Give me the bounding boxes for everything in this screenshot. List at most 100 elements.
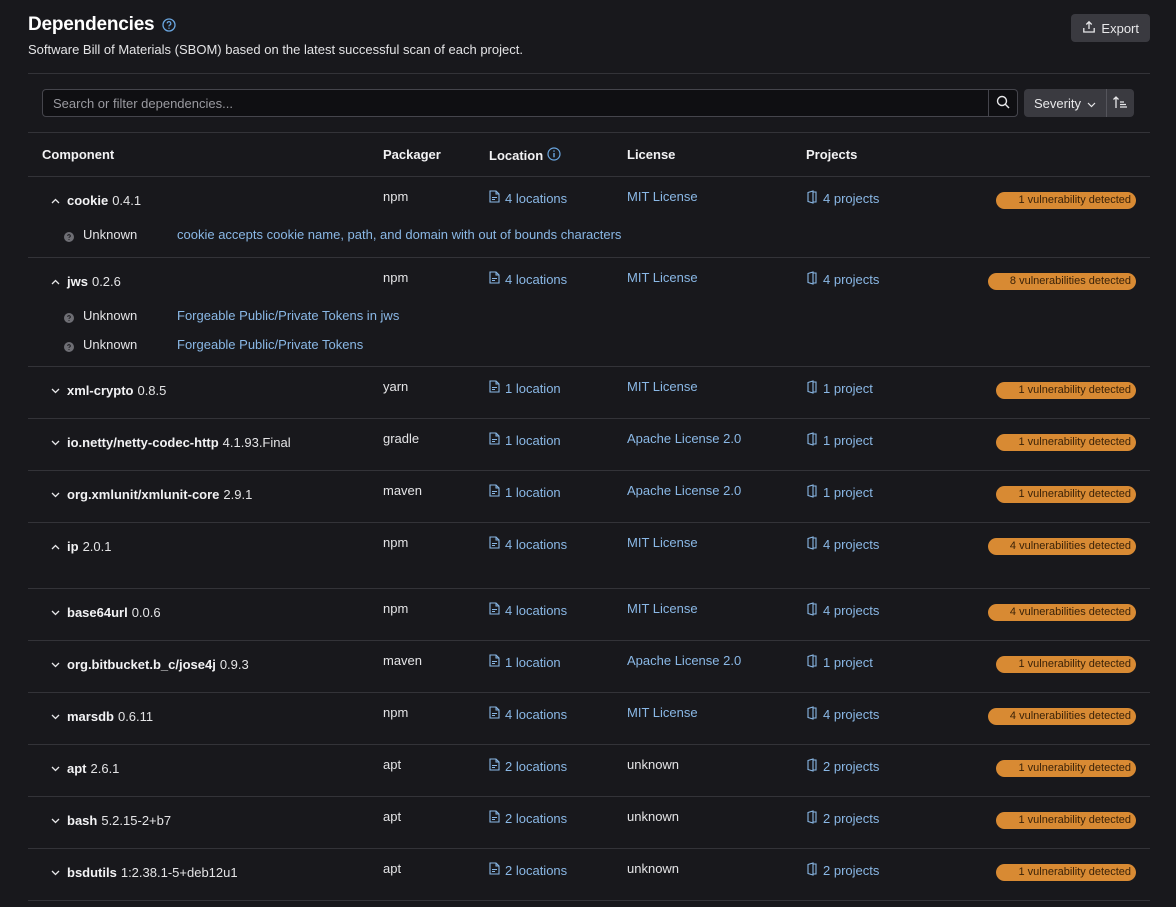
license-link[interactable]: MIT License [627,270,698,285]
vulnerability-badge[interactable]: 8 vulnerabilities detected [987,273,1136,290]
chevron-down-icon[interactable] [48,814,62,828]
locations-link[interactable]: 4 locations [489,190,567,206]
projects-link[interactable]: 4 projects [806,706,879,723]
dependencies-table: Component Packager Location License Proj… [28,132,1150,901]
vulnerability-badge[interactable]: 1 vulnerability detected [996,812,1136,829]
chevron-up-icon[interactable] [48,194,62,208]
locations-link[interactable]: 4 locations [489,271,567,287]
table-row[interactable]: cookie 0.4.1 npm 4 locations MIT License… [28,177,1150,258]
projects-link[interactable]: 1 project [806,432,873,449]
locations-link[interactable]: 1 location [489,484,561,500]
vulnerability-badge[interactable]: 1 vulnerability detected [996,760,1136,777]
table-row[interactable]: xml-crypto 0.8.5 yarn 1 location MIT Lic… [28,367,1150,419]
toolbar: Severity [42,89,1136,117]
projects-link[interactable]: 4 projects [806,271,879,288]
locations-link[interactable]: 2 locations [489,758,567,774]
chevron-up-icon[interactable] [48,275,62,289]
vulnerability-badge[interactable]: 1 vulnerability detected [996,382,1136,399]
projects-link[interactable]: 2 projects [806,810,879,827]
component-version: 0.8.5 [137,383,167,398]
component-version: 1:2.38.1-5+deb12u1 [120,865,238,880]
chevron-down-icon[interactable] [48,710,62,724]
vulnerability-link[interactable]: Forgeable Public/Private Tokens in jws [177,308,399,323]
vulnerability-badge[interactable]: 1 vulnerability detected [996,434,1136,451]
locations-label: 1 location [505,654,561,670]
projects-link[interactable]: 4 projects [806,602,879,619]
license-link[interactable]: Apache License 2.0 [627,653,741,668]
license-link[interactable]: MIT License [627,705,698,720]
table-row[interactable]: bsdutils 1:2.38.1-5+deb12u1 apt 2 locati… [28,849,1150,901]
column-header-projects[interactable]: Projects [806,147,857,162]
projects-link[interactable]: 2 projects [806,862,879,879]
locations-link[interactable]: 4 locations [489,706,567,722]
chevron-down-icon[interactable] [48,384,62,398]
chevron-down-icon[interactable] [48,606,62,620]
chevron-down-icon[interactable] [48,488,62,502]
projects-link[interactable]: 1 project [806,654,873,671]
table-row[interactable]: org.bitbucket.b_c/jose4j 0.9.3 maven 1 l… [28,641,1150,693]
chevron-down-icon[interactable] [48,866,62,880]
chevron-down-icon[interactable] [48,762,62,776]
projects-link[interactable]: 2 projects [806,758,879,775]
vulnerability-badge[interactable]: 1 vulnerability detected [996,656,1136,673]
vulnerability-link[interactable]: Forgeable Public/Private Tokens [177,337,363,352]
table-row[interactable]: bash 5.2.15-2+b7 apt 2 locations unknown… [28,797,1150,849]
help-circle-icon[interactable] [162,18,177,32]
file-icon [489,536,500,552]
table-row[interactable]: jws 0.2.6 npm 4 locations MIT License 4 … [28,258,1150,367]
projects-link[interactable]: 1 project [806,380,873,397]
file-icon [489,758,500,774]
vulnerability-badge[interactable]: 4 vulnerabilities detected [987,538,1136,555]
license-link[interactable]: MIT License [627,535,698,550]
vulnerability-badge[interactable]: 1 vulnerability detected [996,192,1136,209]
projects-label: 4 projects [823,191,880,206]
sort-field-select[interactable]: Severity [1024,89,1106,117]
locations-link[interactable]: 4 locations [489,536,567,552]
license-link[interactable]: Apache License 2.0 [627,431,741,446]
projects-link[interactable]: 4 projects [806,536,879,553]
sort-direction-button[interactable] [1105,89,1134,117]
search-input[interactable] [43,90,988,116]
projects-link[interactable]: 1 project [806,484,873,501]
locations-label: 4 locations [505,271,568,287]
vulnerability-item: Unknown Forgeable Public/Private Tokens … [64,308,399,323]
component-name: bsdutils [67,865,117,880]
table-row[interactable]: marsdb 0.6.11 npm 4 locations MIT Licens… [28,693,1150,745]
locations-link[interactable]: 1 location [489,380,561,396]
locations-link[interactable]: 2 locations [489,810,567,826]
column-header-component[interactable]: Component [42,147,114,162]
locations-link[interactable]: 2 locations [489,862,567,878]
table-row[interactable]: org.xmlunit/xmlunit-core 2.9.1 maven 1 l… [28,471,1150,523]
column-header-location[interactable]: Location [489,147,561,164]
table-row[interactable]: ip 2.0.1 npm 4 locations MIT License 4 p… [28,523,1150,589]
component-version: 2.9.1 [223,487,253,502]
table-row[interactable]: io.netty/netty-codec-http 4.1.93.Final g… [28,419,1150,471]
component-cell: bash 5.2.15-2+b7 [48,813,171,828]
locations-link[interactable]: 4 locations [489,602,567,618]
export-button[interactable]: Export [1071,14,1150,42]
vulnerability-badge[interactable]: 1 vulnerability detected [996,864,1136,881]
table-row[interactable]: apt 2.6.1 apt 2 locations unknown 2 proj… [28,745,1150,797]
project-icon [806,536,818,553]
column-label: Location [489,148,544,163]
column-header-license[interactable]: License [627,147,675,162]
locations-link[interactable]: 1 location [489,654,561,670]
search-button[interactable] [988,90,1017,116]
chevron-down-icon[interactable] [48,436,62,450]
table-row[interactable]: base64url 0.0.6 npm 4 locations MIT Lice… [28,589,1150,641]
license-link[interactable]: MIT License [627,601,698,616]
chevron-down-icon[interactable] [48,658,62,672]
license-link[interactable]: MIT License [627,379,698,394]
locations-link[interactable]: 1 location [489,432,561,448]
locations-label: 2 locations [505,810,568,826]
vulnerability-link[interactable]: cookie accepts cookie name, path, and do… [177,227,621,242]
column-header-packager[interactable]: Packager [383,147,441,162]
license-link[interactable]: MIT License [627,189,698,204]
projects-link[interactable]: 4 projects [806,190,879,207]
vulnerability-badge[interactable]: 4 vulnerabilities detected [987,604,1136,621]
chevron-up-icon[interactable] [48,540,62,554]
vulnerability-badge[interactable]: 1 vulnerability detected [996,486,1136,503]
license-link[interactable]: Apache License 2.0 [627,483,741,498]
vulnerability-badge[interactable]: 4 vulnerabilities detected [987,708,1136,725]
info-icon[interactable] [547,147,561,164]
